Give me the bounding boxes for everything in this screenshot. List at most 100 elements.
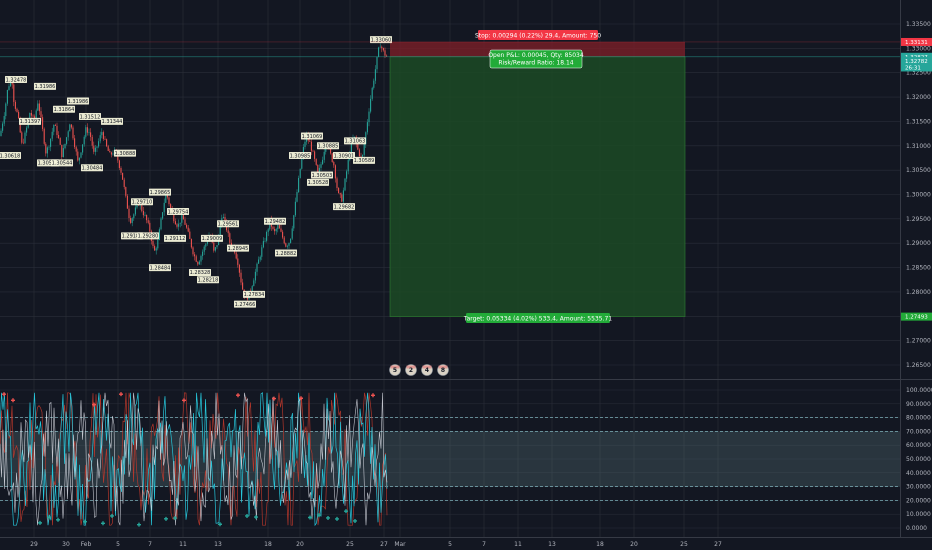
time-tick-label: 29 bbox=[30, 541, 38, 548]
price-badge: 26:31 bbox=[901, 63, 932, 72]
price-label-text: 1.30484 bbox=[82, 166, 103, 172]
candle-body bbox=[179, 222, 181, 224]
price-label-text: 1.29561 bbox=[218, 222, 239, 228]
price-label: 1.30544 bbox=[51, 159, 73, 167]
candle-body bbox=[30, 112, 32, 116]
candle-body bbox=[197, 261, 199, 265]
price-label: 1.29682 bbox=[333, 203, 355, 210]
oscillator-tick-label: 90.0000 bbox=[906, 401, 931, 408]
candle-body bbox=[213, 242, 215, 251]
price-label: 1.31344 bbox=[101, 117, 123, 125]
candle-body bbox=[320, 164, 322, 168]
price-label-text: 1.30618 bbox=[0, 153, 20, 159]
event-icon[interactable]: 2 bbox=[405, 364, 417, 376]
candle-body bbox=[22, 142, 24, 144]
candle-body bbox=[278, 225, 280, 229]
candle-body bbox=[347, 160, 349, 172]
time-tick-label: 25 bbox=[346, 541, 354, 548]
price-label: 1.28328 bbox=[189, 268, 211, 276]
oscillator-tick-label: 0.0000 bbox=[906, 525, 927, 532]
price-label-text: 1.31986 bbox=[35, 84, 56, 90]
price-label: 1.31986 bbox=[34, 82, 56, 90]
candle-body bbox=[69, 124, 71, 132]
oscillator-tick-label: 30.0000 bbox=[906, 484, 931, 491]
candle-body bbox=[178, 223, 180, 227]
candle-body bbox=[251, 286, 253, 292]
candle-body bbox=[46, 147, 48, 154]
price-label: 1.27834 bbox=[243, 290, 265, 298]
oscillator-tick-label: 50.0000 bbox=[906, 456, 931, 463]
price-label: 1.28484 bbox=[149, 264, 171, 271]
candle-body bbox=[282, 231, 284, 238]
price-tick-label: 1.28000 bbox=[906, 289, 931, 296]
candle-body bbox=[374, 69, 376, 81]
price-label-text: 1.30528 bbox=[308, 180, 329, 186]
candle-body bbox=[253, 280, 255, 287]
time-tick-label: 11 bbox=[179, 541, 187, 548]
open-pl-badge[interactable]: Open P&L: 0.00045, Qty: 85034 Risk/Rewar… bbox=[488, 49, 584, 69]
target-badge[interactable]: Target: 0.05334 (4.02%) 533.4, Amount: 5… bbox=[463, 313, 612, 323]
candle-body bbox=[323, 151, 325, 160]
candle-body bbox=[298, 177, 300, 193]
candle-body bbox=[370, 98, 372, 112]
candle-body bbox=[174, 221, 176, 225]
price-label: 1.30503 bbox=[311, 171, 333, 179]
candle-body bbox=[112, 153, 114, 155]
candle-body bbox=[3, 116, 5, 124]
candle-body bbox=[21, 132, 23, 143]
price-tick-label: 1.28500 bbox=[906, 265, 931, 272]
price-badge-text: 1.33131 bbox=[905, 40, 928, 46]
candle-body bbox=[37, 103, 39, 111]
price-label: 1.31069 bbox=[301, 132, 323, 140]
stop-badge[interactable]: Stop: 0.00294 (0.22%) 29.4, Amount: 750 bbox=[475, 30, 601, 40]
candle-body bbox=[106, 139, 108, 147]
candle-body bbox=[118, 160, 120, 168]
trading-chart[interactable]: 1.324781.319861.319861.318641.315121.313… bbox=[0, 0, 932, 550]
time-tick-label: 5 bbox=[116, 541, 120, 548]
price-label: 1.30888 bbox=[114, 149, 136, 157]
price-label: 1.32478 bbox=[5, 76, 27, 83]
candle-body bbox=[373, 80, 375, 88]
price-label: 1.29710 bbox=[131, 198, 153, 206]
candle-body bbox=[299, 168, 301, 178]
candle-body bbox=[275, 229, 277, 232]
candle-body bbox=[290, 238, 292, 243]
time-tick-label: 7 bbox=[482, 541, 486, 548]
candle-body bbox=[288, 242, 290, 246]
risk-reward-text: Risk/Reward Ratio: 18.14 bbox=[498, 60, 573, 67]
candle-body bbox=[163, 202, 165, 213]
candle-body bbox=[259, 256, 261, 260]
candle-body bbox=[90, 132, 92, 137]
price-label-text: 1.29009 bbox=[202, 236, 223, 242]
candle-body bbox=[109, 150, 111, 153]
price-badge: 1.33131 bbox=[901, 37, 932, 46]
candle-body bbox=[110, 152, 112, 155]
candle-body bbox=[98, 141, 100, 147]
price-label-text: 1.33060 bbox=[371, 37, 392, 43]
candle-body bbox=[157, 239, 159, 249]
candle-body bbox=[168, 197, 170, 205]
time-tick-label: 18 bbox=[596, 541, 604, 548]
candle-body bbox=[162, 212, 164, 219]
oscillator-tick-label: 40.0000 bbox=[906, 470, 931, 477]
candle-body bbox=[346, 171, 348, 179]
price-label: 1.33060 bbox=[370, 36, 392, 43]
take-profit-zone[interactable] bbox=[390, 56, 685, 317]
price-label: 1.28945 bbox=[227, 244, 249, 252]
candle-body bbox=[141, 205, 143, 211]
event-icon[interactable]: 4 bbox=[421, 364, 433, 376]
candle-body bbox=[378, 47, 380, 57]
candle-body bbox=[6, 90, 8, 104]
oscillator-tick-label: 20.0000 bbox=[906, 497, 931, 504]
event-icon-text: 2 bbox=[409, 367, 413, 374]
candle-body bbox=[43, 128, 45, 144]
price-label: 1.30985 bbox=[289, 152, 311, 159]
event-icon[interactable]: 8 bbox=[437, 364, 449, 376]
candle-body bbox=[229, 233, 231, 243]
candle-body bbox=[75, 147, 77, 152]
event-icon[interactable]: 5 bbox=[389, 364, 401, 376]
candle-body bbox=[280, 228, 282, 232]
price-label: 1.29112 bbox=[164, 234, 186, 242]
price-label-text: 1.31344 bbox=[102, 119, 123, 125]
candle-body bbox=[382, 48, 384, 51]
